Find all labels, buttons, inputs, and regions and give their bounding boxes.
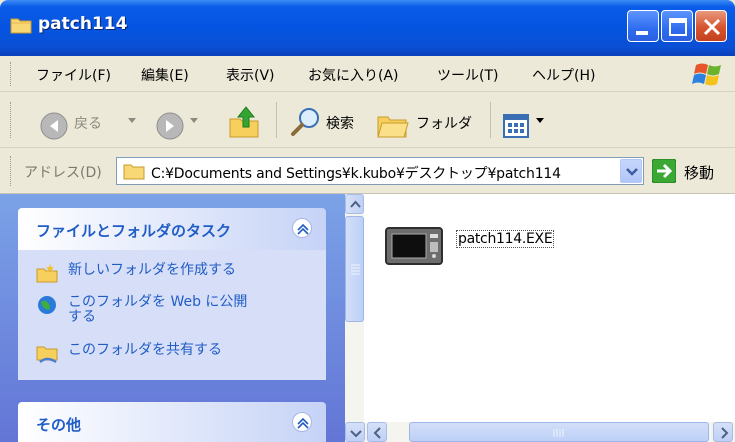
- task-label: このフォルダを共有する: [68, 342, 222, 358]
- scroll-up-button[interactable]: [345, 194, 364, 214]
- collapse-button[interactable]: [292, 412, 312, 432]
- toolbar-separator: [490, 102, 491, 138]
- file-list: patch114.EXE: [364, 194, 735, 422]
- maximize-button[interactable]: [661, 10, 693, 42]
- file-name[interactable]: patch114.EXE: [456, 230, 555, 248]
- file-tasks-header[interactable]: ファイルとフォルダのタスク: [18, 208, 326, 250]
- scroll-left-button[interactable]: [367, 422, 387, 442]
- menu-favorites[interactable]: お気に入り(A): [308, 65, 399, 85]
- address-bar: アドレス(D) C:¥Documents and Settings¥k.kubo…: [0, 148, 735, 194]
- task-pane: ファイルとフォルダのタスク 新しいフォルダを作成する このフォルダを Web に…: [0, 194, 345, 442]
- title-bar[interactable]: patch114: [0, 0, 735, 56]
- window-title: patch114: [38, 14, 128, 34]
- toolbar-grip[interactable]: [10, 102, 13, 138]
- views-dropdown-icon[interactable]: [536, 118, 544, 124]
- folder-icon: [10, 18, 32, 34]
- menu-help[interactable]: ヘルプ(H): [532, 65, 595, 85]
- other-header[interactable]: その他: [18, 402, 326, 442]
- views-icon[interactable]: [502, 106, 532, 146]
- file-tasks-body: 新しいフォルダを作成する このフォルダを Web に公開 する このフォルダを共…: [18, 250, 326, 380]
- back-label[interactable]: 戻る: [74, 113, 102, 133]
- chevron-left-icon: [373, 427, 381, 439]
- maximize-icon: [669, 18, 687, 36]
- task-label: 新しいフォルダを作成する: [68, 262, 236, 278]
- task-label-line: このフォルダを Web に公開: [68, 294, 248, 310]
- chevron-down-icon: [626, 168, 638, 176]
- menu-bar: ファイル(F) 編集(E) 表示(V) お気に入り(A) ツール(T) ヘルプ(…: [0, 56, 735, 92]
- folders-label[interactable]: フォルダ: [416, 113, 472, 133]
- menu-edit[interactable]: 編集(E): [141, 65, 189, 85]
- folder-icon: [123, 164, 145, 180]
- minimize-icon: [636, 31, 648, 35]
- task-label: このフォルダを Web に公開 する: [68, 295, 247, 325]
- publish-web-icon: [38, 296, 56, 314]
- chevron-down-icon: [350, 430, 362, 438]
- other-title: その他: [36, 416, 82, 434]
- back-dropdown-icon[interactable]: [128, 118, 136, 124]
- back-icon[interactable]: [40, 106, 68, 146]
- search-icon[interactable]: [288, 102, 324, 142]
- grip-icon: [351, 264, 360, 275]
- go-arrow-icon[interactable]: [652, 159, 676, 183]
- address-dropdown-button[interactable]: [620, 159, 642, 183]
- forward-icon[interactable]: [156, 106, 184, 146]
- close-button[interactable]: [695, 10, 727, 42]
- address-input[interactable]: C:¥Documents and Settings¥k.kubo¥デスクトップ¥…: [116, 157, 644, 185]
- share-folder-icon: [36, 346, 58, 364]
- address-grip[interactable]: [10, 156, 13, 186]
- address-label: アドレス(D): [24, 165, 102, 181]
- horizontal-scrollbar[interactable]: [345, 422, 735, 442]
- scroll-thumb[interactable]: [345, 216, 364, 322]
- vertical-scrollbar[interactable]: [345, 194, 364, 442]
- grip-icon: [553, 429, 564, 437]
- scroll-down-button[interactable]: [345, 422, 365, 442]
- toolbar-separator: [276, 102, 277, 138]
- new-folder-icon: [36, 264, 58, 283]
- address-path: C:¥Documents and Settings¥k.kubo¥デスクトップ¥…: [151, 166, 561, 182]
- toolbar: 戻る 検索 フォルダ: [0, 92, 735, 148]
- scroll-thumb[interactable]: [409, 422, 709, 442]
- file-tasks-title: ファイルとフォルダのタスク: [36, 222, 232, 240]
- collapse-button[interactable]: [292, 218, 312, 238]
- forward-dropdown-icon[interactable]: [190, 118, 198, 124]
- scroll-right-button[interactable]: [713, 422, 733, 442]
- task-label-line: する: [68, 309, 96, 325]
- go-button[interactable]: 移動: [684, 162, 714, 183]
- menu-file[interactable]: ファイル(F): [36, 65, 111, 85]
- folders-icon[interactable]: [376, 106, 410, 146]
- menu-view[interactable]: 表示(V): [226, 65, 275, 85]
- search-label[interactable]: 検索: [326, 113, 354, 133]
- menu-tools[interactable]: ツール(T): [437, 65, 498, 85]
- windows-logo-icon: [686, 57, 732, 91]
- chevron-up-icon: [297, 417, 309, 429]
- chevron-up-icon: [350, 200, 361, 208]
- close-icon: [703, 18, 721, 36]
- minimize-button[interactable]: [627, 10, 659, 42]
- chevron-up-icon: [297, 223, 309, 235]
- chevron-right-icon: [721, 427, 729, 439]
- menu-grip[interactable]: [10, 62, 13, 86]
- executable-icon: [385, 227, 443, 265]
- up-folder-icon[interactable]: [228, 102, 262, 142]
